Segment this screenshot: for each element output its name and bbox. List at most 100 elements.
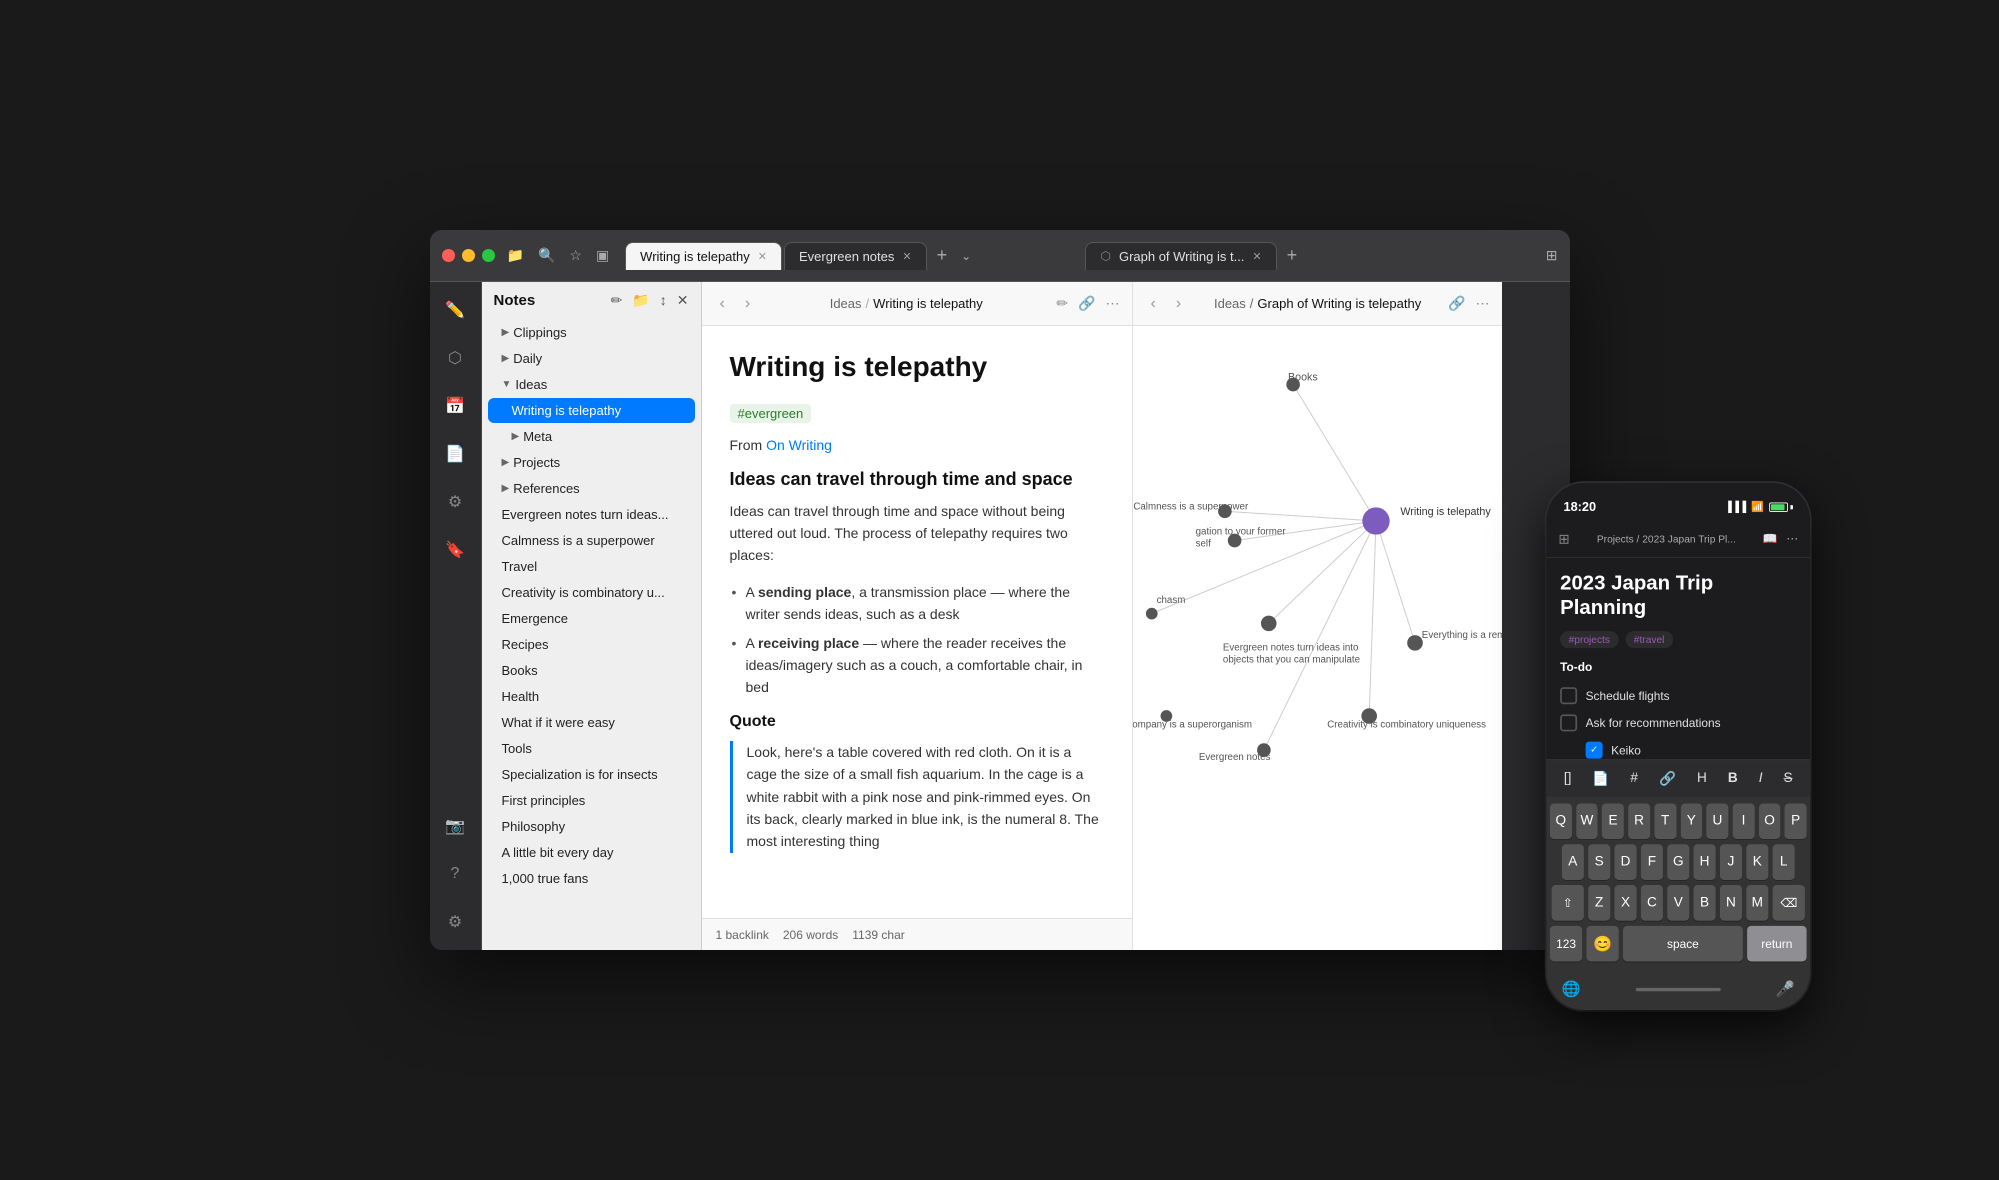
- key-i[interactable]: I: [1732, 803, 1754, 839]
- sort-icon[interactable]: ↕: [660, 292, 667, 309]
- minimize-button[interactable]: [462, 249, 475, 262]
- add-tab-button[interactable]: +: [929, 245, 956, 266]
- checkbox-ask[interactable]: [1560, 714, 1577, 731]
- mobile-tag-projects[interactable]: #projects: [1560, 631, 1618, 648]
- forward-button[interactable]: ›: [739, 291, 756, 317]
- folder-meta[interactable]: ▶ Meta: [488, 424, 695, 449]
- key-l[interactable]: L: [1772, 844, 1794, 880]
- tab-writing-telepathy[interactable]: Writing is telepathy ✕: [625, 242, 782, 270]
- tab-close-writing[interactable]: ✕: [758, 250, 767, 263]
- camera-icon[interactable]: 📷: [439, 810, 471, 842]
- more-icon[interactable]: ⋯: [1106, 295, 1120, 312]
- breadcrumb-folder[interactable]: Ideas: [830, 296, 862, 311]
- graph-node-active[interactable]: [1362, 507, 1389, 534]
- tab-graph[interactable]: ⬡ Graph of Writing is t... ✕: [1085, 242, 1276, 270]
- files-icon[interactable]: 📄: [439, 438, 471, 470]
- note-philosophy[interactable]: Philosophy: [488, 814, 695, 839]
- key-h[interactable]: H: [1693, 844, 1715, 880]
- tab-close-graph[interactable]: ✕: [1252, 250, 1261, 263]
- key-return[interactable]: return: [1747, 926, 1807, 962]
- back-button[interactable]: ‹: [714, 291, 731, 317]
- git-icon[interactable]: ⚙: [439, 486, 471, 518]
- key-u[interactable]: U: [1706, 803, 1728, 839]
- graph-back-button[interactable]: ‹: [1145, 291, 1162, 317]
- settings-icon[interactable]: ⚙: [439, 906, 471, 938]
- note-tools[interactable]: Tools: [488, 736, 695, 761]
- graph-node-everything[interactable]: [1407, 635, 1423, 651]
- kb-globe-icon[interactable]: 🌐: [1555, 977, 1588, 1002]
- note-1000-fans[interactable]: 1,000 true fans: [488, 866, 695, 891]
- folder-references[interactable]: ▶ References: [488, 476, 695, 501]
- mobile-apps-icon[interactable]: ⊞: [1558, 530, 1569, 547]
- bookmark-icon[interactable]: 🔖: [439, 534, 471, 566]
- help-icon[interactable]: ?: [439, 858, 471, 890]
- folder-icon[interactable]: 📁: [507, 247, 524, 264]
- tags-icon[interactable]: ⬡: [439, 342, 471, 374]
- key-e[interactable]: E: [1602, 803, 1624, 839]
- folder-daily[interactable]: ▶ Daily: [488, 346, 695, 371]
- sidebar-toggle-icon[interactable]: ▣: [596, 247, 609, 264]
- note-recipes[interactable]: Recipes: [488, 632, 695, 657]
- checkbox-keiko[interactable]: [1585, 741, 1602, 758]
- key-g[interactable]: G: [1667, 844, 1689, 880]
- mobile-more-icon[interactable]: ⋯: [1786, 531, 1798, 545]
- tab-close-evergreen[interactable]: ✕: [902, 250, 911, 263]
- key-z[interactable]: Z: [1588, 885, 1610, 921]
- graph-link-icon[interactable]: 🔗: [1448, 295, 1465, 312]
- note-books[interactable]: Books: [488, 658, 695, 683]
- key-b[interactable]: B: [1693, 885, 1715, 921]
- note-health[interactable]: Health: [488, 684, 695, 709]
- key-a[interactable]: A: [1561, 844, 1583, 880]
- note-emergence[interactable]: Emergence: [488, 606, 695, 631]
- key-o[interactable]: O: [1758, 803, 1780, 839]
- key-q[interactable]: Q: [1549, 803, 1571, 839]
- key-j[interactable]: J: [1719, 844, 1741, 880]
- close-button[interactable]: [442, 249, 455, 262]
- graph-area[interactable]: Books Writing is telepathy Calmness is a…: [1133, 326, 1502, 950]
- key-y[interactable]: Y: [1680, 803, 1702, 839]
- graph-forward-button[interactable]: ›: [1170, 291, 1187, 317]
- folder-ideas[interactable]: ▼ Ideas: [488, 372, 695, 397]
- key-emoji[interactable]: 😊: [1586, 926, 1618, 962]
- kb-bold-icon[interactable]: B: [1722, 767, 1742, 789]
- backlinks-count[interactable]: 1 backlink: [716, 928, 769, 942]
- key-p[interactable]: P: [1784, 803, 1806, 839]
- edit-icon[interactable]: ✏: [1056, 295, 1068, 312]
- search-icon[interactable]: 🔍: [538, 247, 555, 264]
- new-folder-icon[interactable]: 📁: [632, 292, 649, 309]
- kb-italic-icon[interactable]: I: [1753, 767, 1767, 789]
- note-little-bit[interactable]: A little bit every day: [488, 840, 695, 865]
- note-creativity[interactable]: Creativity is combinatory u...: [488, 580, 695, 605]
- star-icon[interactable]: ☆: [569, 247, 582, 264]
- key-delete[interactable]: ⌫: [1772, 885, 1804, 921]
- folder-clippings[interactable]: ▶ Clippings: [488, 320, 695, 345]
- key-m[interactable]: M: [1746, 885, 1768, 921]
- graph-breadcrumb-folder[interactable]: Ideas: [1214, 296, 1246, 311]
- close-list-icon[interactable]: ✕: [677, 292, 689, 309]
- kb-link-icon[interactable]: 🔗: [1653, 766, 1680, 790]
- key-shift[interactable]: ⇧: [1551, 885, 1583, 921]
- key-t[interactable]: T: [1654, 803, 1676, 839]
- note-writing-telepathy[interactable]: Writing is telepathy: [488, 398, 695, 423]
- new-note-icon[interactable]: ✏: [611, 292, 623, 309]
- mobile-content[interactable]: 2023 Japan Trip Planning #projects #trav…: [1546, 558, 1810, 759]
- key-x[interactable]: X: [1614, 885, 1636, 921]
- kb-heading-icon[interactable]: H: [1691, 767, 1711, 789]
- calendar-icon[interactable]: 📅: [439, 390, 471, 422]
- key-numbers[interactable]: 123: [1549, 926, 1581, 962]
- mobile-book-icon[interactable]: 📖: [1762, 531, 1777, 545]
- folder-projects[interactable]: ▶ Projects: [488, 450, 695, 475]
- key-s[interactable]: S: [1588, 844, 1610, 880]
- note-travel[interactable]: Travel: [488, 554, 695, 579]
- tab-chevron[interactable]: ⌄: [955, 249, 977, 263]
- graph-more-icon[interactable]: ⋯: [1476, 295, 1490, 312]
- key-v[interactable]: V: [1667, 885, 1689, 921]
- note-specialization[interactable]: Specialization is for insects: [488, 762, 695, 787]
- note-content[interactable]: Writing is telepathy #evergreen From On …: [702, 326, 1132, 918]
- note-what-if[interactable]: What if it were easy: [488, 710, 695, 735]
- graph-node-evergreen1[interactable]: [1260, 616, 1276, 632]
- kb-bracket-icon[interactable]: []: [1558, 767, 1576, 789]
- note-calmness[interactable]: Calmness is a superpower: [488, 528, 695, 553]
- key-space[interactable]: space: [1623, 926, 1743, 962]
- layout-icon[interactable]: ⊞: [1546, 247, 1558, 264]
